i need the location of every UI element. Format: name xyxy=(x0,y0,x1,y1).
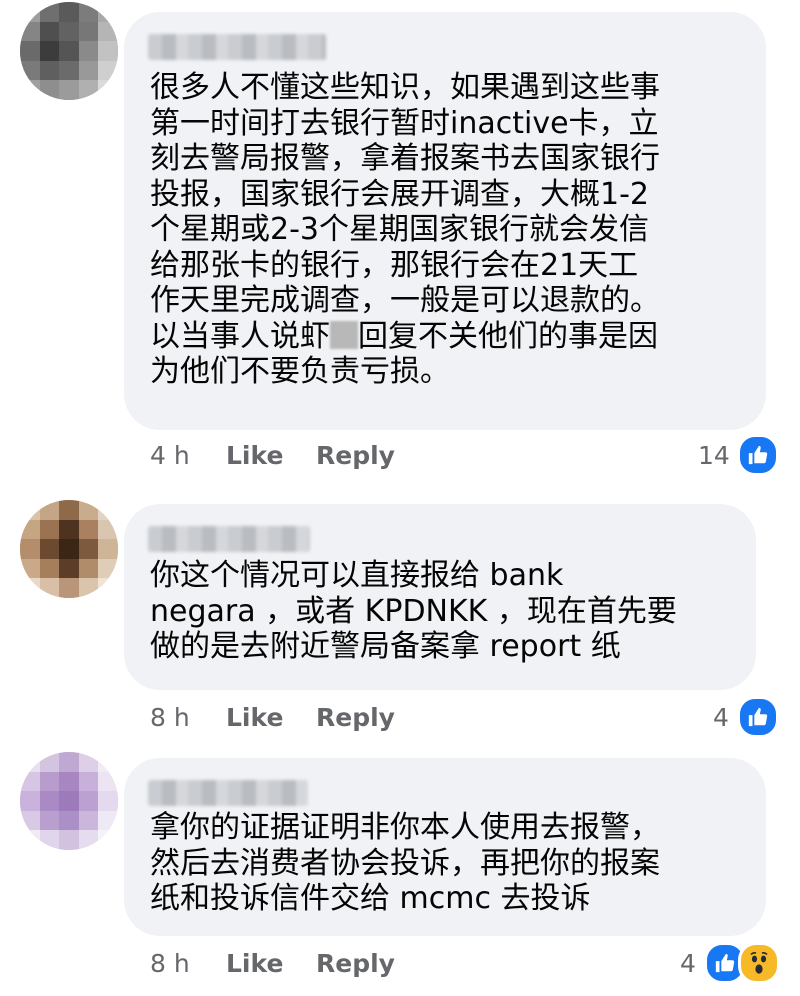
timestamp[interactable]: 8 h xyxy=(150,698,190,738)
reply-button[interactable]: Reply xyxy=(316,944,395,984)
redaction-block xyxy=(330,320,358,349)
comment-text: 很多人不懂这些知识，如果遇到这些事 第一时间打去银行暂时inactive卡，立 … xyxy=(150,70,660,389)
wow-face-icon[interactable] xyxy=(738,942,780,984)
comment-actions: 8 h Like Reply 4 xyxy=(0,942,800,984)
thumbs-up-icon[interactable] xyxy=(737,696,779,738)
comment-actions: 8 h Like Reply 4 xyxy=(0,696,800,738)
like-button[interactable]: Like xyxy=(226,698,283,738)
reaction-count[interactable]: 4 xyxy=(680,944,696,984)
comment-text: 拿你的证据证明非你本人使用去报警， 然后去消费者协会投诉，再把你的报案 纸和投诉… xyxy=(150,810,660,916)
author-name-redacted[interactable] xyxy=(148,526,310,552)
thumbs-up-icon[interactable] xyxy=(737,434,779,476)
comment-actions: 4 h Like Reply 14 xyxy=(0,434,800,476)
avatar[interactable] xyxy=(20,500,118,598)
comment-bubble: 拿你的证据证明非你本人使用去报警， 然后去消费者协会投诉，再把你的报案 纸和投诉… xyxy=(124,758,766,936)
reaction-count[interactable]: 4 xyxy=(713,698,729,738)
comment-bubble: 很多人不懂这些知识，如果遇到这些事 第一时间打去银行暂时inactive卡，立 … xyxy=(124,12,766,430)
reply-button[interactable]: Reply xyxy=(316,698,395,738)
avatar[interactable] xyxy=(20,2,118,100)
timestamp[interactable]: 4 h xyxy=(150,436,190,476)
timestamp[interactable]: 8 h xyxy=(150,944,190,984)
reaction-count[interactable]: 14 xyxy=(698,436,730,476)
like-button[interactable]: Like xyxy=(226,944,283,984)
author-name-redacted[interactable] xyxy=(148,780,308,806)
author-name-redacted[interactable] xyxy=(148,34,326,60)
comment-text: 你这个情况可以直接报给 bank negara ，或者 KPDNKK ，现在首先… xyxy=(150,558,677,664)
like-button[interactable]: Like xyxy=(226,436,283,476)
comment-bubble: 你这个情况可以直接报给 bank negara ，或者 KPDNKK ，现在首先… xyxy=(124,504,756,690)
avatar[interactable] xyxy=(20,752,118,850)
reply-button[interactable]: Reply xyxy=(316,436,395,476)
